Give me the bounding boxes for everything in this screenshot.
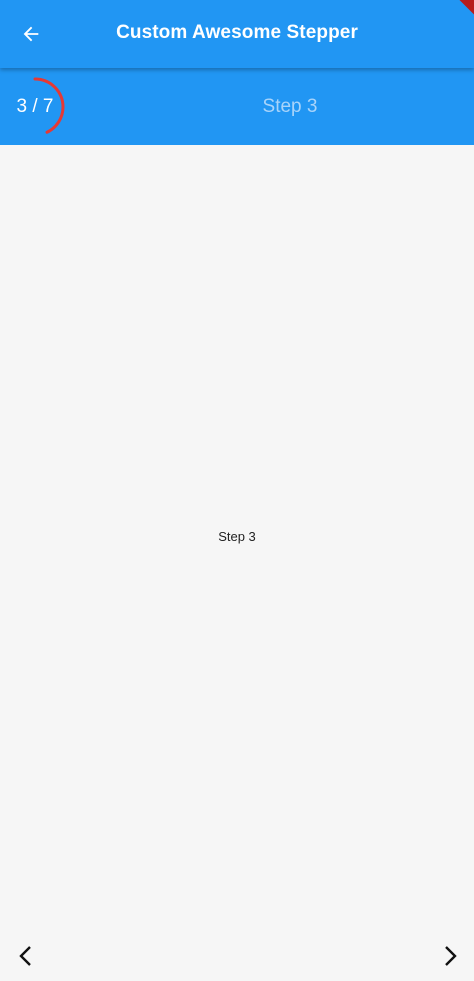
chevron-left-icon (19, 946, 31, 966)
step-title: Step 3 (262, 96, 318, 117)
step-content-text: Step 3 (218, 529, 256, 544)
app-bar: Custom Awesome Stepper (0, 0, 474, 68)
debug-banner (454, 0, 474, 20)
previous-step-button[interactable] (8, 938, 44, 974)
next-step-button[interactable] (432, 938, 468, 974)
step-counter: 3 / 7 (16, 96, 54, 117)
chevron-right-icon (445, 946, 457, 966)
step-content: Step 3 (0, 145, 474, 935)
page-title: Custom Awesome Stepper (116, 22, 358, 43)
stepper-header: 3 / 7 Step 3 (0, 68, 474, 145)
